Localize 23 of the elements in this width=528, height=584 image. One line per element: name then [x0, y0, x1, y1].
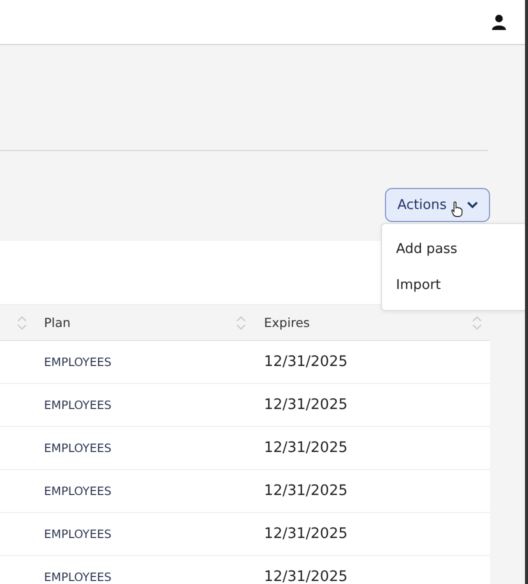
column-header[interactable]: Expires: [264, 315, 310, 330]
table-cell: EMPLOYEES: [44, 527, 112, 541]
table-cell: EMPLOYEES: [44, 355, 112, 369]
sort-icon[interactable]: [17, 316, 27, 330]
user-icon[interactable]: [491, 14, 507, 30]
column-header[interactable]: Plan: [44, 315, 71, 330]
actions-button[interactable]: Actions: [385, 188, 490, 222]
table-cell: EMPLOYEES: [44, 398, 112, 412]
chevron-down-icon: [466, 201, 478, 209]
table-cell: 12/31/2025: [264, 482, 348, 500]
menu-item[interactable]: Import: [382, 267, 525, 303]
table-cell: EMPLOYEES: [44, 484, 112, 498]
table-cell: EMPLOYEES: [44, 441, 112, 455]
table-cell: 12/31/2025: [264, 396, 348, 414]
sort-icon[interactable]: [236, 316, 246, 330]
table-cell: 12/31/2025: [264, 568, 348, 584]
sort-icon[interactable]: [472, 316, 482, 330]
table-cell: EMPLOYEES: [44, 570, 112, 584]
pointer-icon: [450, 201, 463, 217]
table-cell: 12/31/2025: [264, 526, 348, 542]
table-cell: 12/31/2025: [264, 440, 348, 456]
table-cell: 12/31/2025: [264, 354, 348, 370]
menu-item[interactable]: Add pass: [382, 231, 525, 267]
